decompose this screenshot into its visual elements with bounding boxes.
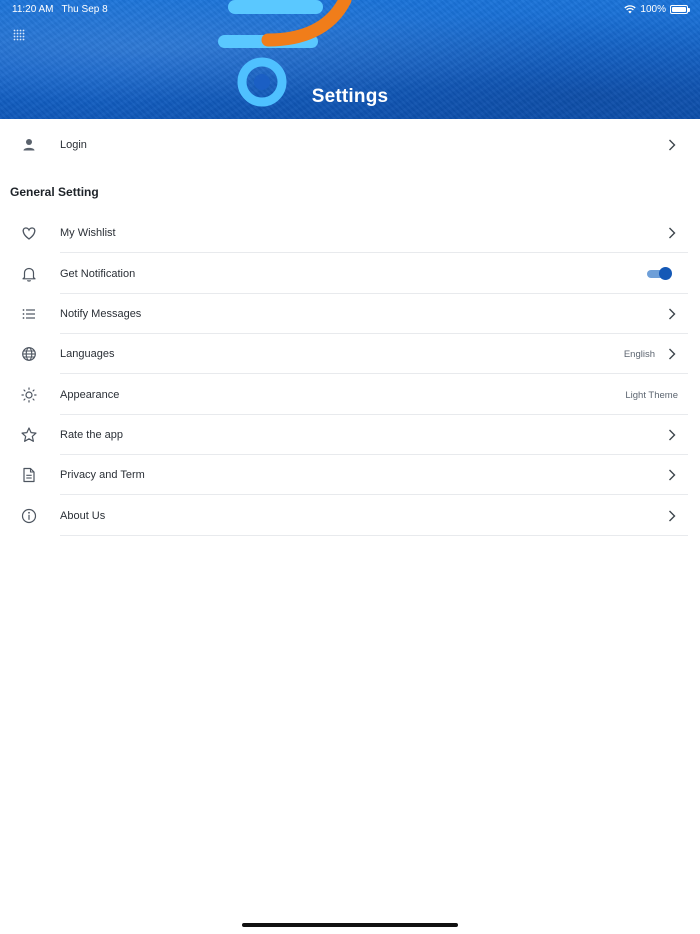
settings-item-notify-messages[interactable]: Notify Messages [0,294,700,334]
settings-item-wishlist[interactable]: My Wishlist [0,213,700,253]
settings-item-notification: Get Notification [0,254,700,294]
header-banner: 11:20 AM Thu Sep 8 100% Settings [0,0,700,119]
star-icon [21,427,37,442]
chevron-right-icon [669,429,676,441]
chevron-right-icon [669,348,676,360]
language-value: English [623,348,655,360]
grid-menu-icon[interactable] [13,29,25,41]
wifi-icon [624,4,637,13]
privacy-label: Privacy and Term [60,469,145,481]
wishlist-label: My Wishlist [60,227,116,239]
bell-icon [22,267,36,282]
settings-item-languages[interactable]: Languages English [0,334,700,374]
languages-label: Languages [60,348,115,360]
divider [60,494,688,495]
globe-icon [22,347,36,361]
sun-icon [21,387,37,403]
section-title-general: General Setting [10,185,99,199]
battery-percent: 100% [640,3,666,15]
chevron-right-icon [669,227,676,239]
settings-item-about[interactable]: About Us [0,496,700,536]
page-title: Settings [311,86,389,107]
status-time: 11:20 AM [12,3,54,15]
chevron-right-icon [669,469,676,481]
settings-item-appearance[interactable]: Appearance Light Theme [0,375,700,415]
document-icon [23,467,35,483]
status-date: Thu Sep 8 [61,3,108,15]
home-indicator[interactable] [242,923,458,927]
login-row[interactable]: Login [0,125,700,165]
divider [60,535,688,536]
chevron-right-icon [669,308,676,320]
about-label: About Us [60,510,106,522]
login-label: Login [60,139,87,151]
appearance-label: Appearance [60,389,120,401]
battery-icon [670,4,690,14]
notify-messages-label: Notify Messages [60,308,142,320]
rate-app-label: Rate the app [60,429,123,441]
list-icon [22,309,35,319]
settings-item-rate-app[interactable]: Rate the app [0,415,700,455]
settings-item-privacy[interactable]: Privacy and Term [0,455,700,495]
heart-icon [22,227,36,240]
appearance-value: Light Theme [625,389,678,401]
chevron-right-icon [669,139,676,151]
user-icon [23,139,35,151]
notification-label: Get Notification [60,268,136,280]
chevron-right-icon [669,510,676,522]
notification-toggle[interactable] [647,267,672,280]
divider [60,252,688,253]
divider [60,373,688,374]
info-icon [21,508,37,524]
status-bar: 11:20 AM Thu Sep 8 100% [0,0,700,18]
